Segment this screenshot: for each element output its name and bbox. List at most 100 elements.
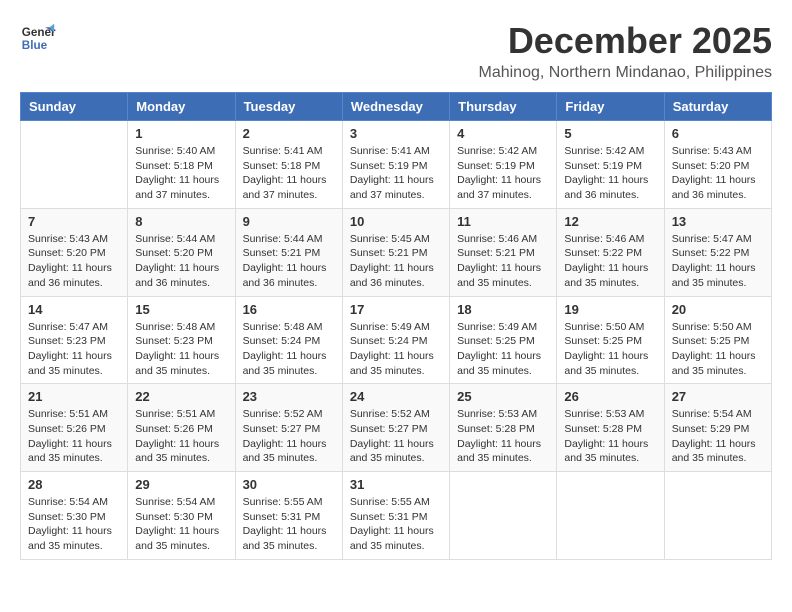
day-number: 26 [564,389,656,404]
day-number: 25 [457,389,549,404]
day-info: Sunrise: 5:49 AMSunset: 5:24 PMDaylight:… [350,320,442,379]
day-number: 28 [28,477,120,492]
day-number: 11 [457,214,549,229]
day-info: Sunrise: 5:47 AMSunset: 5:22 PMDaylight:… [672,232,764,291]
day-info: Sunrise: 5:47 AMSunset: 5:23 PMDaylight:… [28,320,120,379]
day-cell: 27Sunrise: 5:54 AMSunset: 5:29 PMDayligh… [664,384,771,472]
weekday-header-saturday: Saturday [664,93,771,121]
day-number: 13 [672,214,764,229]
day-cell: 24 Sunrise: 5:52 AMSunset: 5:27 PMDayligh… [342,384,449,472]
day-cell: 5Sunrise: 5:42 AMSunset: 5:19 PMDaylight… [557,121,664,209]
day-info: Sunrise: 5:54 AMSunset: 5:30 PMDaylight:… [28,495,120,554]
day-cell: 26 Sunrise: 5:53 AMSunset: 5:28 PMDayligh… [557,384,664,472]
day-cell: 17 Sunrise: 5:49 AMSunset: 5:24 PMDayligh… [342,296,449,384]
calendar-table: SundayMondayTuesdayWednesdayThursdayFrid… [20,92,772,560]
day-number: 19 [564,302,656,317]
day-info: Sunrise: 5:49 AMSunset: 5:25 PMDaylight:… [457,320,549,379]
day-cell: 19 Sunrise: 5:50 AMSunset: 5:25 PMDayligh… [557,296,664,384]
day-info: Sunrise: 5:55 AMSunset: 5:31 PMDaylight:… [243,495,335,554]
day-number: 15 [135,302,227,317]
day-number: 5 [564,126,656,141]
day-info: Sunrise: 5:52 AMSunset: 5:27 PMDaylight:… [350,407,442,466]
day-number: 2 [243,126,335,141]
day-number: 21 [28,389,120,404]
day-number: 1 [135,126,227,141]
day-cell: 30 Sunrise: 5:55 AMSunset: 5:31 PMDayligh… [235,472,342,560]
day-info: Sunrise: 5:50 AMSunset: 5:25 PMDaylight:… [564,320,656,379]
week-row-3: 14Sunrise: 5:47 AMSunset: 5:23 PMDayligh… [21,296,772,384]
day-info: Sunrise: 5:51 AMSunset: 5:26 PMDaylight:… [28,407,120,466]
day-number: 17 [350,302,442,317]
day-info: Sunrise: 5:53 AMSunset: 5:28 PMDaylight:… [564,407,656,466]
day-cell: 16Sunrise: 5:48 AMSunset: 5:24 PMDayligh… [235,296,342,384]
day-cell: 29 Sunrise: 5:54 AMSunset: 5:30 PMDayligh… [128,472,235,560]
day-info: Sunrise: 5:48 AMSunset: 5:23 PMDaylight:… [135,320,227,379]
day-cell: 25 Sunrise: 5:53 AMSunset: 5:28 PMDayligh… [450,384,557,472]
day-cell: 15 Sunrise: 5:48 AMSunset: 5:23 PMDayligh… [128,296,235,384]
day-info: Sunrise: 5:41 AMSunset: 5:19 PMDaylight:… [350,144,442,203]
day-number: 3 [350,126,442,141]
day-cell: 14Sunrise: 5:47 AMSunset: 5:23 PMDayligh… [21,296,128,384]
day-number: 31 [350,477,442,492]
location-title: Mahinog, Northern Mindanao, Philippines [478,64,772,82]
day-cell: 2 Sunrise: 5:41 AMSunset: 5:18 PMDaylight… [235,121,342,209]
day-cell: 31 Sunrise: 5:55 AMSunset: 5:31 PMDayligh… [342,472,449,560]
day-cell: 8Sunrise: 5:44 AMSunset: 5:20 PMDaylight… [128,208,235,296]
week-row-4: 21 Sunrise: 5:51 AMSunset: 5:26 PMDayligh… [21,384,772,472]
day-number: 24 [350,389,442,404]
day-cell: 22 Sunrise: 5:51 AMSunset: 5:26 PMDayligh… [128,384,235,472]
day-number: 30 [243,477,335,492]
day-info: Sunrise: 5:54 AMSunset: 5:29 PMDaylight:… [672,407,764,466]
day-number: 10 [350,214,442,229]
day-cell [557,472,664,560]
day-info: Sunrise: 5:40 AMSunset: 5:18 PMDaylight:… [135,144,227,203]
day-info: Sunrise: 5:55 AMSunset: 5:31 PMDaylight:… [350,495,442,554]
weekday-header-sunday: Sunday [21,93,128,121]
day-info: Sunrise: 5:44 AMSunset: 5:20 PMDaylight:… [135,232,227,291]
weekday-header-tuesday: Tuesday [235,93,342,121]
day-info: Sunrise: 5:43 AMSunset: 5:20 PMDaylight:… [28,232,120,291]
day-number: 23 [243,389,335,404]
day-cell: 7 Sunrise: 5:43 AMSunset: 5:20 PMDaylight… [21,208,128,296]
day-cell: 4 Sunrise: 5:42 AMSunset: 5:19 PMDaylight… [450,121,557,209]
weekday-header-row: SundayMondayTuesdayWednesdayThursdayFrid… [21,93,772,121]
day-info: Sunrise: 5:46 AMSunset: 5:22 PMDaylight:… [564,232,656,291]
day-info: Sunrise: 5:50 AMSunset: 5:25 PMDaylight:… [672,320,764,379]
day-cell: 12Sunrise: 5:46 AMSunset: 5:22 PMDayligh… [557,208,664,296]
day-info: Sunrise: 5:42 AMSunset: 5:19 PMDaylight:… [457,144,549,203]
page-header: General Blue December 2025 Mahinog, Nort… [20,20,772,82]
day-cell: 1 Sunrise: 5:40 AMSunset: 5:18 PMDaylight… [128,121,235,209]
weekday-header-wednesday: Wednesday [342,93,449,121]
day-info: Sunrise: 5:48 AMSunset: 5:24 PMDaylight:… [243,320,335,379]
day-number: 20 [672,302,764,317]
day-number: 4 [457,126,549,141]
title-area: December 2025 Mahinog, Northern Mindanao… [478,20,772,82]
day-cell: 21 Sunrise: 5:51 AMSunset: 5:26 PMDayligh… [21,384,128,472]
weekday-header-friday: Friday [557,93,664,121]
day-number: 29 [135,477,227,492]
day-cell: 23Sunrise: 5:52 AMSunset: 5:27 PMDayligh… [235,384,342,472]
day-cell: 28 Sunrise: 5:54 AMSunset: 5:30 PMDayligh… [21,472,128,560]
weekday-header-monday: Monday [128,93,235,121]
day-cell: 11 Sunrise: 5:46 AMSunset: 5:21 PMDayligh… [450,208,557,296]
day-info: Sunrise: 5:53 AMSunset: 5:28 PMDaylight:… [457,407,549,466]
day-cell: 20 Sunrise: 5:50 AMSunset: 5:25 PMDayligh… [664,296,771,384]
day-cell: 18 Sunrise: 5:49 AMSunset: 5:25 PMDayligh… [450,296,557,384]
day-info: Sunrise: 5:54 AMSunset: 5:30 PMDaylight:… [135,495,227,554]
day-cell: 3 Sunrise: 5:41 AMSunset: 5:19 PMDaylight… [342,121,449,209]
week-row-2: 7 Sunrise: 5:43 AMSunset: 5:20 PMDaylight… [21,208,772,296]
month-title: December 2025 [478,20,772,62]
day-cell [450,472,557,560]
day-info: Sunrise: 5:45 AMSunset: 5:21 PMDaylight:… [350,232,442,291]
day-info: Sunrise: 5:44 AMSunset: 5:21 PMDaylight:… [243,232,335,291]
day-info: Sunrise: 5:51 AMSunset: 5:26 PMDaylight:… [135,407,227,466]
day-number: 6 [672,126,764,141]
week-row-1: 1 Sunrise: 5:40 AMSunset: 5:18 PMDaylight… [21,121,772,209]
day-number: 18 [457,302,549,317]
day-info: Sunrise: 5:46 AMSunset: 5:21 PMDaylight:… [457,232,549,291]
logo-icon: General Blue [20,20,56,56]
day-cell: 10 Sunrise: 5:45 AMSunset: 5:21 PMDayligh… [342,208,449,296]
day-info: Sunrise: 5:41 AMSunset: 5:18 PMDaylight:… [243,144,335,203]
day-number: 7 [28,214,120,229]
day-number: 22 [135,389,227,404]
